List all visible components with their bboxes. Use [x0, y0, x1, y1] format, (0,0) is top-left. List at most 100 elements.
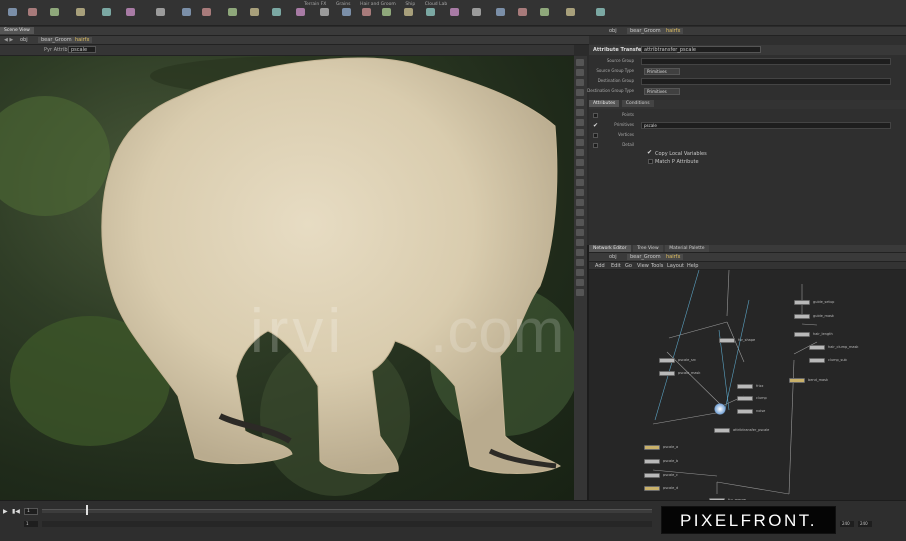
destination-group-type-dropdown[interactable]: Primitives: [644, 88, 680, 95]
network-editor[interactable]: fur_shape guide_setup guide_mask hair_lengt…: [589, 270, 906, 500]
network-node[interactable]: [794, 314, 810, 319]
display-option-icon[interactable]: [576, 259, 584, 266]
end-frame-field[interactable]: 240: [858, 521, 872, 527]
node-name-field[interactable]: attribtransfer_pscale: [641, 46, 761, 53]
range-slider[interactable]: [42, 521, 652, 527]
display-option-icon[interactable]: [576, 279, 584, 286]
shelf-tool-button[interactable]: [2, 8, 22, 26]
shelf-tool-button[interactable]: [70, 8, 90, 26]
display-option-icon[interactable]: [576, 249, 584, 256]
network-node[interactable]: [737, 409, 753, 414]
shelf-tool-button[interactable]: [534, 8, 554, 26]
shelf-tool-button[interactable]: [314, 8, 334, 26]
menu-tools[interactable]: Tools: [651, 263, 663, 269]
shelf-tool-button[interactable]: [222, 8, 242, 26]
display-option-icon[interactable]: [576, 149, 584, 156]
network-node[interactable]: [644, 473, 660, 478]
shelf-tool-button[interactable]: [490, 8, 510, 26]
network-node[interactable]: [794, 300, 810, 305]
display-option-icon[interactable]: [576, 229, 584, 236]
tab-scene-view[interactable]: Scene View: [0, 27, 34, 34]
timeline-scrubber[interactable]: [42, 509, 652, 513]
tab-network-editor[interactable]: Network Editor: [589, 245, 631, 252]
shelf-tool-button[interactable]: [96, 8, 116, 26]
network-node[interactable]: [719, 338, 735, 343]
network-node[interactable]: [644, 486, 660, 491]
menu-layout[interactable]: Layout: [667, 263, 684, 269]
step-icon[interactable]: ▮◀: [12, 508, 20, 515]
shelf-tool-button[interactable]: [466, 8, 486, 26]
end-frame-field[interactable]: 240: [840, 521, 854, 527]
shelf-tab[interactable]: Hair and Groom: [356, 2, 400, 7]
breadcrumb-object[interactable]: bear_Groom: [627, 28, 664, 34]
network-node[interactable]: [659, 371, 675, 376]
network-node[interactable]: [809, 345, 825, 350]
tab-conditions[interactable]: Conditions: [621, 100, 654, 107]
menu-edit[interactable]: Edit: [611, 263, 621, 269]
breadcrumb-node[interactable]: hairfx: [72, 37, 93, 43]
network-node[interactable]: [789, 378, 805, 383]
breadcrumb-object[interactable]: bear_Groom: [627, 254, 664, 260]
display-option-icon[interactable]: [576, 239, 584, 246]
breadcrumb-node[interactable]: hairfx: [663, 254, 684, 260]
network-node[interactable]: [737, 384, 753, 389]
shelf-tool-button[interactable]: [356, 8, 376, 26]
network-node[interactable]: [714, 428, 730, 433]
display-option-icon[interactable]: [576, 269, 584, 276]
shelf-tool-button[interactable]: [44, 8, 64, 26]
shelf-tool-button[interactable]: [266, 8, 286, 26]
copy-local-variables-checkbox[interactable]: ✔: [647, 149, 652, 156]
frame-marker[interactable]: [86, 505, 88, 515]
shelf-tool-button[interactable]: [290, 8, 310, 26]
shelf-tool-button[interactable]: [196, 8, 216, 26]
display-option-icon[interactable]: [576, 199, 584, 206]
shelf-tool-button[interactable]: [420, 8, 440, 26]
network-node[interactable]: [659, 358, 675, 363]
display-option-icon[interactable]: [576, 179, 584, 186]
breadcrumb-object[interactable]: bear_Groom: [38, 37, 75, 43]
destination-group-field[interactable]: [641, 78, 891, 85]
source-group-type-dropdown[interactable]: Primitives: [644, 68, 680, 75]
shelf-tool-button[interactable]: [120, 8, 140, 26]
shelf-tool-button[interactable]: [22, 8, 42, 26]
back-arrow-icon[interactable]: ◀ ▶: [4, 37, 13, 43]
menu-add[interactable]: Add: [595, 263, 605, 269]
attrib-field[interactable]: pscale: [68, 46, 96, 53]
network-node[interactable]: [644, 445, 660, 450]
source-group-field[interactable]: [641, 58, 891, 65]
network-node[interactable]: [737, 396, 753, 401]
play-icon[interactable]: ▶: [3, 508, 8, 515]
current-frame-field[interactable]: 1: [24, 508, 38, 515]
tab-material-palette[interactable]: Material Palette: [665, 245, 709, 252]
scene-viewport[interactable]: irvi .com: [0, 56, 574, 500]
shelf-tool-button[interactable]: [336, 8, 356, 26]
breadcrumb-obj[interactable]: obj: [609, 28, 617, 34]
menu-go[interactable]: Go: [625, 263, 632, 269]
shelf-tool-button[interactable]: [512, 8, 532, 26]
display-option-icon[interactable]: [576, 169, 584, 176]
shelf-tab[interactable]: Ship: [401, 2, 419, 7]
display-option-icon[interactable]: [576, 289, 584, 296]
shelf-tool-button[interactable]: [150, 8, 170, 26]
breadcrumb-obj[interactable]: obj: [609, 254, 617, 260]
display-option-icon[interactable]: [576, 219, 584, 226]
shelf-tab[interactable]: Cloud Lab: [421, 2, 451, 7]
shelf-tool-button[interactable]: [376, 8, 396, 26]
shelf-tool-button[interactable]: [176, 8, 196, 26]
start-frame-field[interactable]: 1: [24, 521, 38, 527]
display-option-icon[interactable]: [576, 189, 584, 196]
network-node[interactable]: [794, 332, 810, 337]
menu-help[interactable]: Help: [687, 263, 698, 269]
display-option-icon[interactable]: [576, 209, 584, 216]
breadcrumb-obj[interactable]: obj: [20, 37, 28, 43]
shelf-tool-button[interactable]: [244, 8, 264, 26]
display-option-icon[interactable]: [576, 99, 584, 106]
shelf-tab[interactable]: Grains: [332, 2, 355, 7]
display-option-icon[interactable]: [576, 159, 584, 166]
network-node[interactable]: [644, 459, 660, 464]
shelf-tool-button[interactable]: [444, 8, 464, 26]
shelf-tool-button[interactable]: [560, 8, 580, 26]
breadcrumb-node[interactable]: hairfx: [663, 28, 684, 34]
tab-attributes[interactable]: Attributes: [589, 100, 620, 107]
tab-tree-view[interactable]: Tree View: [633, 245, 663, 252]
